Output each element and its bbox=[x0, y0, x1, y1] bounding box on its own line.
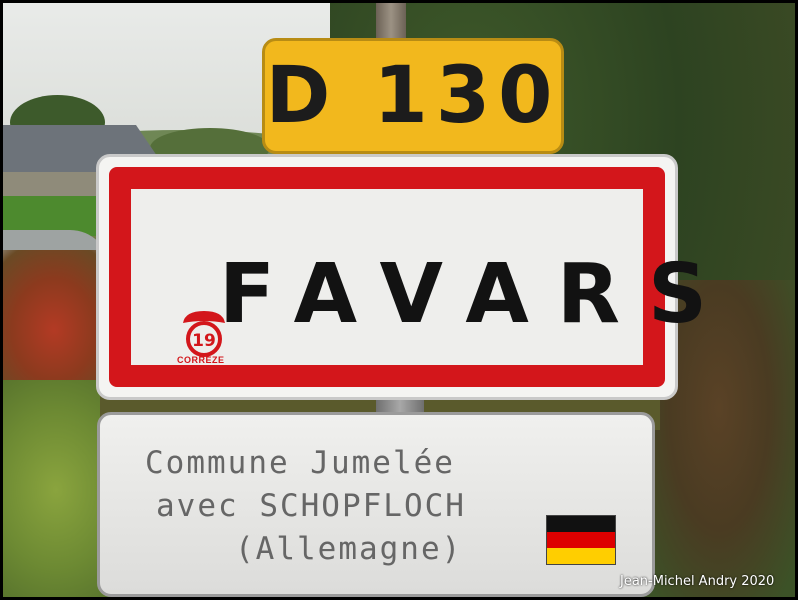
twinning-line-2: avec SCHOPFLOCH bbox=[156, 488, 466, 524]
town-name: FAVARS bbox=[219, 247, 736, 342]
flag-stripe bbox=[547, 516, 615, 532]
flag-stripe bbox=[547, 548, 615, 564]
photo-scene: D 130 FAVARS 19 CORREZE Commune Jumelée … bbox=[0, 0, 798, 600]
flag-stripe bbox=[547, 532, 615, 548]
town-sign-red-border: FAVARS 19 CORREZE bbox=[109, 167, 707, 387]
road-number-text: D 130 bbox=[265, 51, 561, 141]
twinning-sign: Commune Jumelée avec SCHOPFLOCH (Allemag… bbox=[97, 412, 655, 597]
photo-credit: Jean-Michel Andry 2020 bbox=[620, 574, 775, 589]
correze-logo: 19 bbox=[183, 311, 225, 357]
german-flag bbox=[546, 515, 616, 565]
correze-logo-number: 19 bbox=[192, 331, 216, 351]
town-entry-sign: FAVARS 19 CORREZE bbox=[96, 154, 707, 400]
twinning-line-1: Commune Jumelée bbox=[145, 445, 455, 481]
correze-label: CORREZE bbox=[177, 355, 225, 365]
road-number-plate: D 130 bbox=[262, 38, 564, 154]
twinning-line-3: (Allemagne) bbox=[235, 531, 463, 567]
